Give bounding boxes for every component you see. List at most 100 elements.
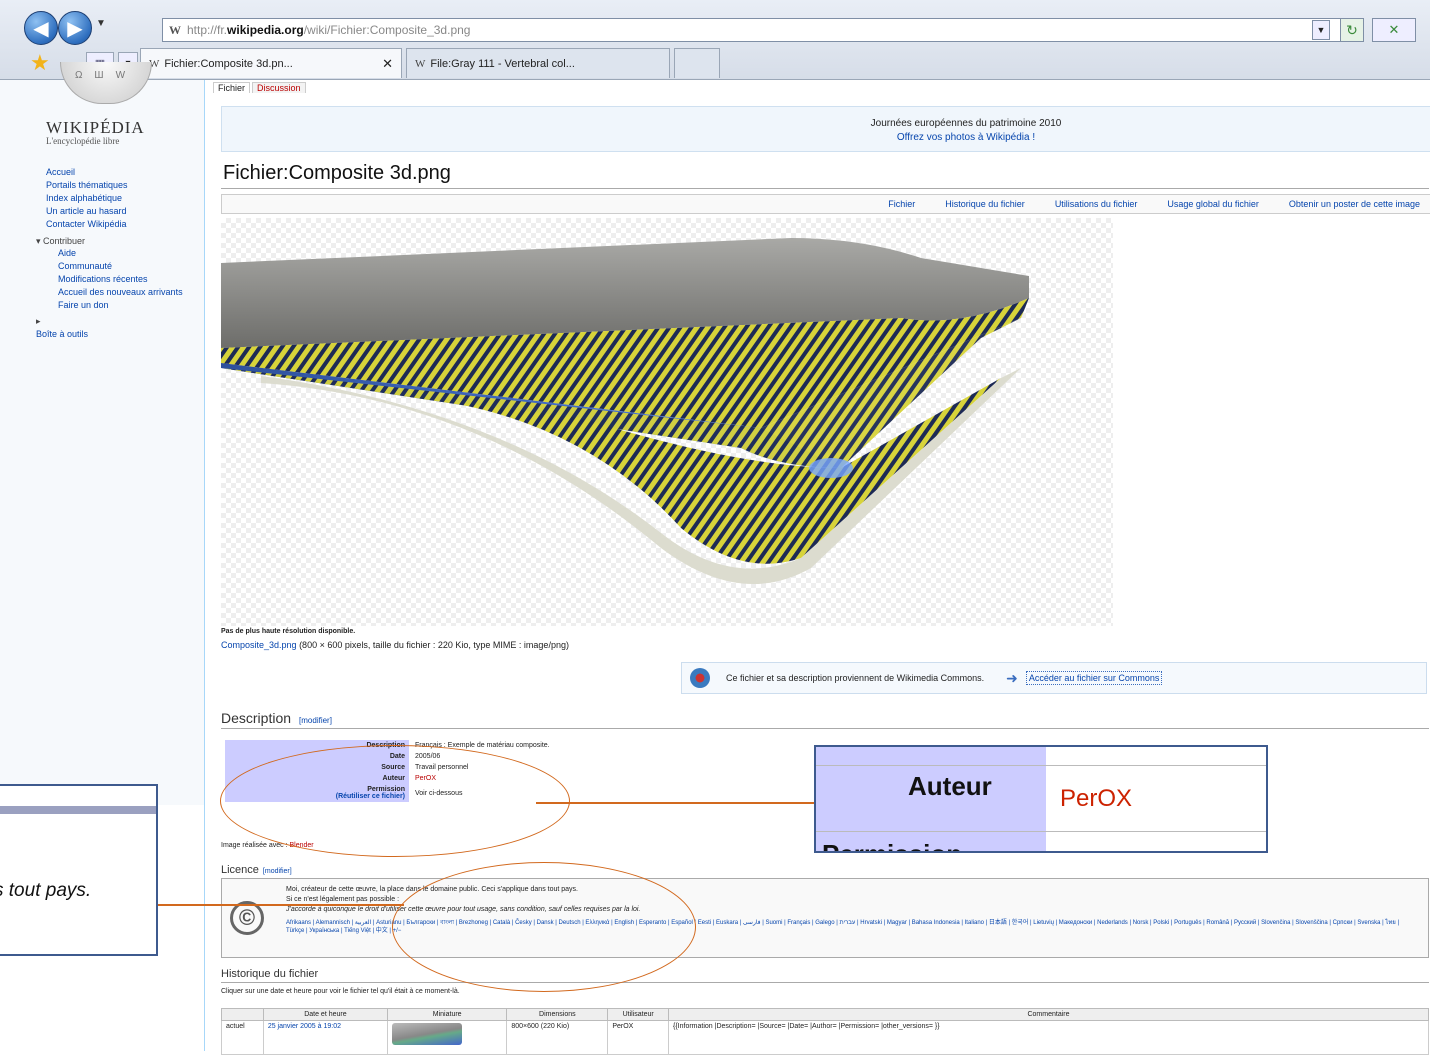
commons-logo-icon [690, 668, 710, 688]
toc-historique[interactable]: Historique du fichier [945, 199, 1025, 213]
date-link[interactable]: 25 janvier 2005 à 19:02 [268, 1023, 341, 1030]
zoom-callout-author: Auteur PerOX Permission [814, 745, 1268, 853]
table-row: actuel 25 janvier 2005 à 19:02 800×600 (… [221, 1020, 1429, 1055]
stop-icon[interactable]: ✕ [1372, 18, 1416, 42]
wikipedia-tagline: L'encyclopédie libre [46, 136, 120, 146]
sidebar-item-index[interactable]: Index alphabétique [46, 192, 183, 205]
tab-composite[interactable]: W Fichier:Composite 3d.pn... ✕ [140, 48, 402, 78]
no-hires-note: Pas de plus haute résolution disponible. [221, 628, 356, 635]
sidebar-item-don[interactable]: Faire un don [58, 300, 183, 311]
tab-fichier[interactable]: Fichier [213, 82, 251, 93]
highlight-ellipse-licence [392, 862, 696, 992]
date-cell: 25 janvier 2005 à 19:02 [262, 1020, 389, 1055]
wikipedia-wordmark[interactable]: WIKIPÉDIA [46, 118, 145, 138]
url-prefix: http://fr. [187, 23, 228, 37]
description-heading: Description [modifier] [221, 710, 332, 726]
sidebar-item-contacter[interactable]: Contacter Wikipédia [46, 218, 183, 231]
file-toc: Fichier Historique du fichier Utilisatio… [221, 194, 1430, 214]
tab-label: Fichier:Composite 3d.pn... [164, 57, 293, 70]
state-cell: actuel [221, 1020, 264, 1055]
wikipedia-globe-logo[interactable]: ΩШW [60, 62, 152, 104]
notice-link[interactable]: Offrez vos photos à Wikipédia ! [502, 131, 1430, 145]
divider [221, 188, 1429, 189]
divider [221, 728, 1429, 729]
section-label: Boîte à outils [36, 329, 89, 339]
zoom-callout-licence: s tout pays. [0, 784, 158, 956]
annotation-arrow-line [132, 904, 404, 906]
col-header: Commentaire [668, 1008, 1429, 1021]
close-tab-icon[interactable]: ✕ [382, 56, 393, 72]
zoom-value: PerOX [1060, 785, 1133, 812]
heading-text: Licence [221, 864, 259, 876]
address-dropdown-icon[interactable]: ▼ [1312, 20, 1330, 40]
thumb-cell[interactable] [386, 1020, 508, 1055]
zoom-bar [0, 806, 156, 814]
section-label: Contribuer [43, 236, 86, 246]
tab-label: File:Gray 111 - Vertebral col... [430, 57, 575, 70]
col-header: Date et heure [262, 1008, 389, 1021]
new-tab-button[interactable] [674, 48, 720, 78]
thumbnail-image[interactable] [392, 1023, 462, 1045]
sidebar-item-aide[interactable]: Aide [58, 248, 183, 259]
sidebar-item-hasard[interactable]: Un article au hasard [46, 205, 183, 218]
page-title: Fichier:Composite 3d.png [223, 162, 451, 184]
arrow-right-icon: ➜ [1006, 669, 1018, 686]
browser-toolbar: ◀ ▶ ▼ W http://fr. wikipedia.org/wiki/Fic… [0, 0, 1430, 80]
toc-poster[interactable]: Obtenir un poster de cette image [1289, 199, 1420, 213]
table-header-row: Date et heure Miniature Dimensions Utili… [221, 1008, 1429, 1021]
sidebar-item-modifications[interactable]: Modifications récentes [58, 274, 183, 285]
toc-fichier[interactable]: Fichier [888, 199, 915, 213]
col-header: Miniature [386, 1008, 508, 1021]
toc-utilisations[interactable]: Utilisations du fichier [1055, 199, 1138, 213]
url-path: /wiki/Fichier:Composite_3d.png [303, 23, 471, 37]
zoom-label: Auteur [908, 771, 992, 801]
public-domain-icon: © [230, 901, 264, 935]
file-link[interactable]: Composite_3d.png [221, 640, 297, 650]
tab-gray111[interactable]: W File:Gray 111 - Vertebral col... [406, 48, 670, 78]
namespace-tabs: Fichier Discussion [213, 82, 306, 93]
back-arrow-icon[interactable]: ◀ [24, 11, 58, 45]
forward-arrow-icon[interactable]: ▶ [58, 11, 92, 45]
sidebar: ΩШW WIKIPÉDIA L'encyclopédie libre Accue… [0, 62, 204, 805]
divider [221, 982, 1429, 983]
commons-notice: Ce fichier et sa description proviennent… [681, 662, 1427, 694]
sidebar-section-contribuer[interactable]: ▾ Contribuer [36, 235, 183, 248]
file-meta: (800 × 600 pixels, taille du fichier : 2… [296, 640, 569, 650]
highlight-ellipse-author [220, 745, 570, 857]
notice-line1: Journées européennes du patrimoine 2010 [870, 118, 1062, 129]
sidebar-item-accueil-nouveaux[interactable]: Accueil des nouveaux arrivants [58, 287, 183, 298]
history-heading: Historique du fichier [221, 968, 319, 980]
sidebar-item-portails[interactable]: Portails thématiques [46, 179, 183, 192]
site-notice: Journées européennes du patrimoine 2010 … [221, 106, 1430, 152]
sidebar-nav: Accueil Portails thématiques Index alpha… [36, 166, 183, 341]
commons-note: Ce fichier et sa description proviennent… [726, 673, 985, 683]
refresh-icon[interactable]: ↻ [1340, 18, 1364, 42]
address-bar[interactable]: W http://fr. wikipedia.org/wiki/Fichier:C… [162, 18, 1342, 42]
favorites-star-icon[interactable]: ★ [30, 50, 50, 76]
heading-text: Description [221, 710, 292, 726]
divider [816, 831, 1266, 832]
divider [816, 765, 1266, 766]
licence-heading: Licence [modifier] [221, 864, 292, 876]
goto-commons-link[interactable]: Accéder au fichier sur Commons [1025, 671, 1163, 685]
edit-link[interactable]: [modifier] [263, 868, 292, 875]
toc-usage-global[interactable]: Usage global du fichier [1167, 199, 1259, 213]
history-dropdown-icon[interactable]: ▼ [96, 18, 106, 29]
sidebar-item-communaute[interactable]: Communauté [58, 261, 183, 272]
wikipedia-favicon-icon: W [415, 57, 426, 70]
zoom-cut-label: Permission [822, 839, 962, 851]
user-cell[interactable]: PerOX [607, 1020, 669, 1055]
col-header: Utilisateur [607, 1008, 669, 1021]
wikipedia-favicon-icon: W [169, 22, 181, 37]
tab-discussion[interactable]: Discussion [252, 82, 306, 93]
sidebar-section-toolbox[interactable]: ▸ Boîte à outils [36, 315, 183, 341]
col-header [221, 1008, 264, 1021]
file-info: Composite_3d.png (800 × 600 pixels, tail… [221, 640, 569, 650]
composite-material-illustration [221, 238, 1029, 584]
sidebar-item-accueil[interactable]: Accueil [46, 166, 183, 179]
history-hint: Cliquer sur une date et heure pour voir … [221, 988, 460, 995]
composite-image[interactable] [221, 218, 1113, 626]
col-header: Dimensions [506, 1008, 609, 1021]
edit-link[interactable]: [modifier] [299, 716, 332, 725]
url-host: wikipedia.org [227, 23, 304, 37]
